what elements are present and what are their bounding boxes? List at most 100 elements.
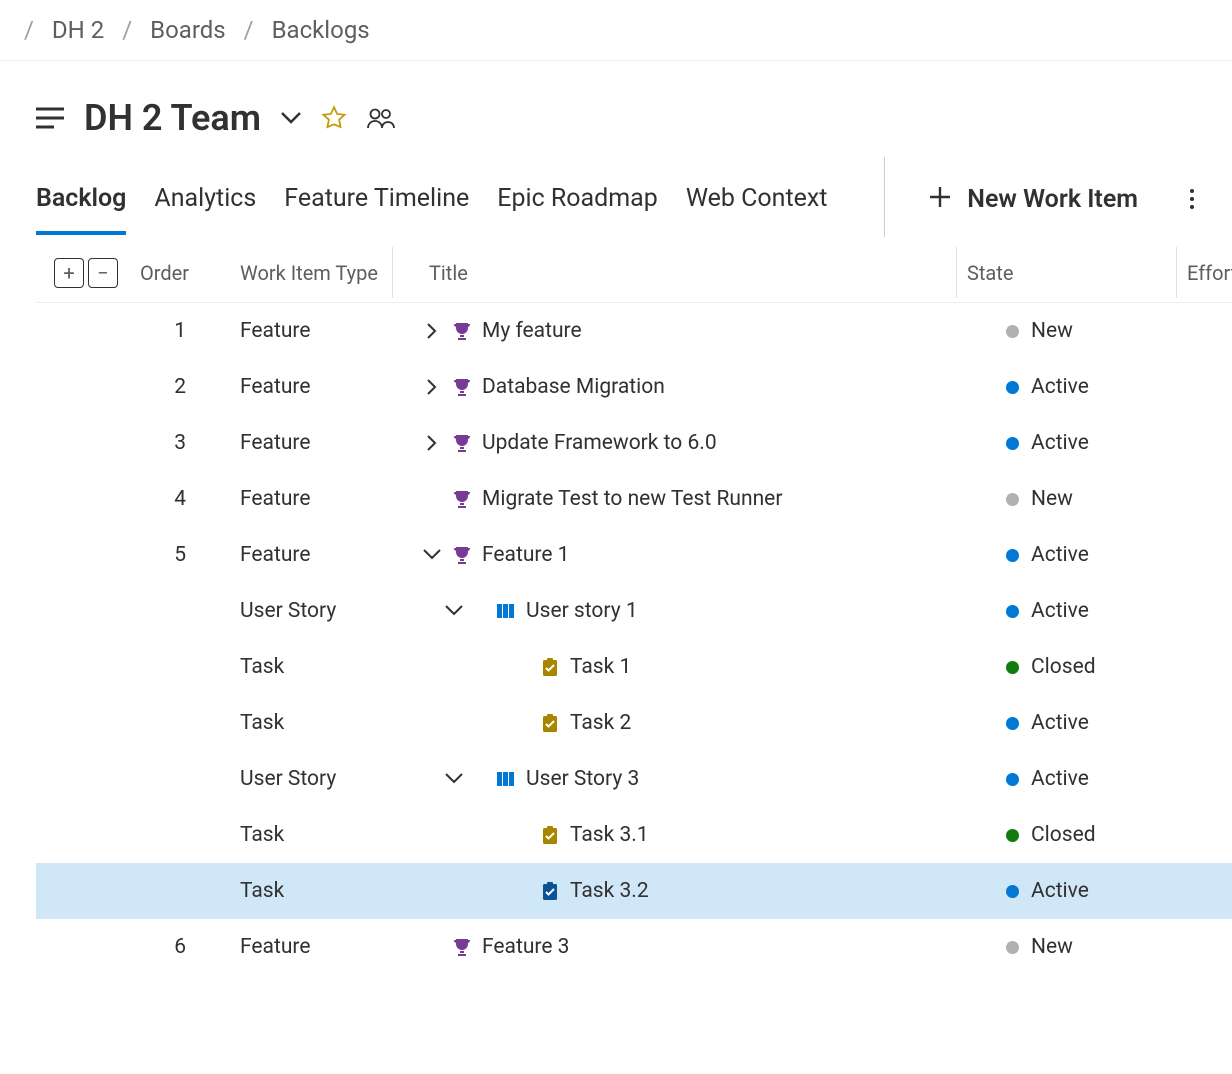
- breadcrumb-sep: /: [6, 16, 52, 44]
- row-type: Feature: [240, 375, 392, 399]
- trophy-icon: [452, 377, 472, 397]
- state-dot-icon: [1006, 941, 1019, 954]
- team-members-icon[interactable]: [367, 107, 395, 129]
- clip-y-icon: [540, 713, 560, 733]
- team-selector-chevron-icon[interactable]: [281, 112, 301, 124]
- backlog-table: + − Order Work Item Type Title State Eff…: [36, 247, 1232, 975]
- row-type: Task: [240, 823, 392, 847]
- row-order: 3: [140, 431, 240, 455]
- tabs: Backlog Analytics Feature Timeline Epic Roa…: [0, 175, 1232, 237]
- table-row[interactable]: 6FeatureFeature 3New: [36, 919, 1232, 975]
- breadcrumb-project[interactable]: DH 2: [52, 16, 104, 44]
- row-state: Active: [1031, 711, 1089, 735]
- table-row[interactable]: User StoryUser story 1Active: [36, 583, 1232, 639]
- row-order: 6: [140, 935, 240, 959]
- state-dot-icon: [1006, 829, 1019, 842]
- side-panel-toggle-icon[interactable]: [36, 107, 64, 129]
- table-row[interactable]: User Story User Story 3 Active: [36, 751, 1232, 807]
- col-effort[interactable]: Effort: [1176, 247, 1232, 298]
- favorite-star-icon[interactable]: [321, 105, 347, 131]
- table-row[interactable]: 4FeatureMigrate Test to new Test RunnerN…: [36, 471, 1232, 527]
- table-row[interactable]: TaskTask 1Closed: [36, 639, 1232, 695]
- state-dot-icon: [1006, 773, 1019, 786]
- row-state: New: [1031, 319, 1073, 343]
- table-row[interactable]: 2Feature Database Migration Active: [36, 359, 1232, 415]
- row-title: User Story 3: [526, 767, 639, 791]
- row-title: Task 3.2: [570, 879, 649, 903]
- trophy-icon: [452, 489, 472, 509]
- tab-backlog[interactable]: Backlog: [36, 178, 126, 235]
- tab-web-context[interactable]: Web Context: [686, 178, 828, 235]
- state-dot-icon: [1006, 325, 1019, 338]
- breadcrumb-backlogs[interactable]: Backlogs: [272, 16, 370, 44]
- row-title: My feature: [482, 319, 582, 343]
- tab-feature-timeline[interactable]: Feature Timeline: [284, 178, 469, 235]
- row-type: Feature: [240, 543, 392, 567]
- table-row[interactable]: TaskTask 3.1Closed: [36, 807, 1232, 863]
- more-actions-icon[interactable]: [1190, 189, 1194, 209]
- row-title: Task 2: [570, 711, 631, 735]
- table-row[interactable]: 3Feature Update Framework to 6.0 Active: [36, 415, 1232, 471]
- row-state: Active: [1031, 599, 1089, 623]
- table-row[interactable]: Task Task 2 Active: [36, 695, 1232, 751]
- row-type: User Story: [240, 767, 392, 791]
- row-title: User story 1: [526, 599, 638, 623]
- col-title[interactable]: Title: [392, 247, 956, 298]
- breadcrumb-boards[interactable]: Boards: [150, 16, 226, 44]
- tab-analytics[interactable]: Analytics: [154, 178, 256, 235]
- col-type[interactable]: Work Item Type: [240, 261, 392, 285]
- row-state: Active: [1031, 431, 1089, 455]
- row-state: New: [1031, 487, 1073, 511]
- state-dot-icon: [1006, 605, 1019, 618]
- breadcrumb-sep: /: [104, 16, 150, 44]
- row-type: Feature: [240, 431, 392, 455]
- row-type: Task: [240, 879, 392, 903]
- trophy-icon: [452, 937, 472, 957]
- expand-all-button[interactable]: +: [54, 258, 84, 288]
- plus-icon[interactable]: [929, 186, 951, 213]
- chevron-down-icon[interactable]: [422, 549, 442, 561]
- state-dot-icon: [1006, 381, 1019, 394]
- title-bar: DH 2 Team: [0, 61, 1232, 149]
- table-row[interactable]: TaskTask 3.2Active: [36, 863, 1232, 919]
- trophy-icon: [452, 433, 472, 453]
- breadcrumb-sep: /: [226, 16, 272, 44]
- state-dot-icon: [1006, 661, 1019, 674]
- state-dot-icon: [1006, 549, 1019, 562]
- col-state[interactable]: State: [956, 247, 1176, 298]
- clip-y-icon: [540, 657, 560, 677]
- chevron-right-icon[interactable]: [422, 323, 442, 339]
- chevron-right-icon[interactable]: [422, 435, 442, 451]
- row-state: Active: [1031, 375, 1089, 399]
- row-type: Feature: [240, 935, 392, 959]
- trophy-icon: [452, 321, 472, 341]
- collapse-all-button[interactable]: −: [88, 258, 118, 288]
- row-order: 5: [140, 543, 240, 567]
- tab-epic-roadmap[interactable]: Epic Roadmap: [497, 178, 658, 235]
- row-title: Update Framework to 6.0: [482, 431, 717, 455]
- row-order: 1: [140, 319, 240, 343]
- chevron-right-icon[interactable]: [422, 379, 442, 395]
- new-work-item-button[interactable]: New Work Item: [967, 185, 1138, 214]
- table-row[interactable]: 5Feature Feature 1 Active: [36, 527, 1232, 583]
- row-state: Active: [1031, 543, 1089, 567]
- col-order[interactable]: Order: [140, 261, 240, 285]
- row-title: Task 1: [570, 655, 631, 679]
- row-title: Task 3.1: [570, 823, 649, 847]
- row-title: Feature 1: [482, 543, 569, 567]
- page-title[interactable]: DH 2 Team: [84, 97, 261, 139]
- row-order: 2: [140, 375, 240, 399]
- table-row[interactable]: 1FeatureMy featureNew: [36, 303, 1232, 359]
- table-header: + − Order Work Item Type Title State Eff…: [36, 247, 1232, 303]
- row-title: Database Migration: [482, 375, 665, 399]
- chevron-down-icon[interactable]: [444, 605, 464, 617]
- trophy-icon: [452, 545, 472, 565]
- state-dot-icon: [1006, 493, 1019, 506]
- book-icon: [496, 601, 516, 621]
- row-title: Feature 3: [482, 935, 569, 959]
- chevron-down-icon[interactable]: [444, 773, 464, 785]
- row-type: Task: [240, 711, 392, 735]
- row-state: Active: [1031, 767, 1089, 791]
- row-type: Feature: [240, 487, 392, 511]
- state-dot-icon: [1006, 885, 1019, 898]
